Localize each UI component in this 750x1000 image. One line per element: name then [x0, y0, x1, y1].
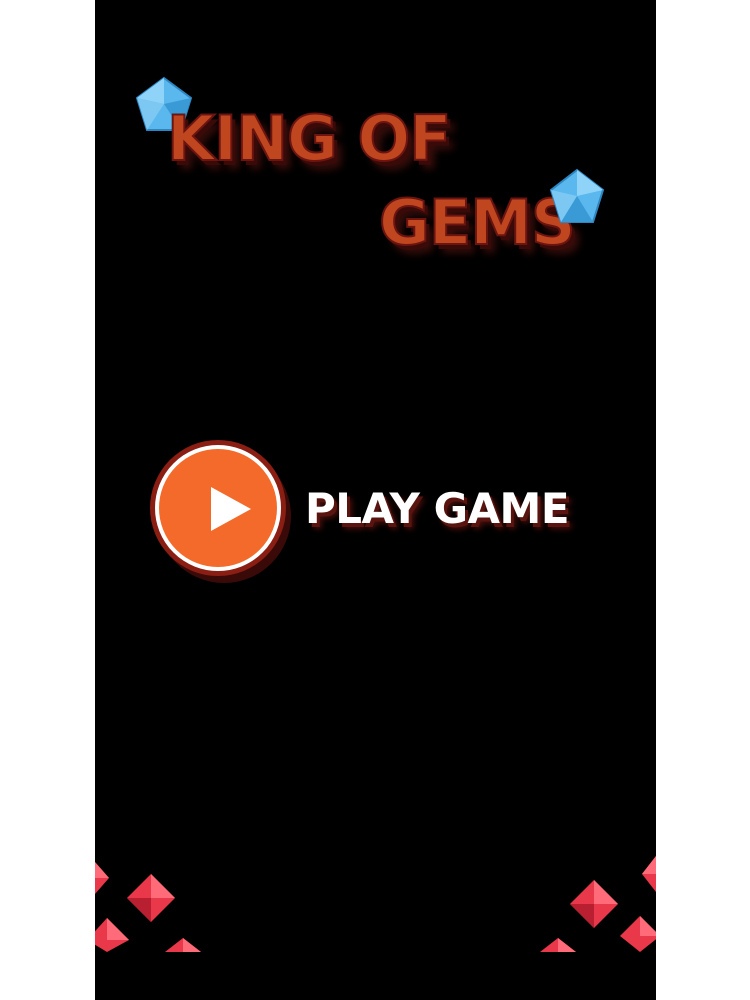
red-gem-icon	[127, 874, 175, 922]
play-icon	[211, 487, 251, 531]
red-gem-icon	[95, 862, 109, 894]
play-game-row[interactable]: PLAY GAME	[155, 442, 570, 574]
play-button[interactable]	[155, 445, 281, 571]
red-gems-cluster-right	[540, 856, 656, 952]
red-gem-icon	[620, 916, 656, 952]
play-game-label[interactable]: PLAY GAME	[305, 484, 570, 533]
red-gem-icon	[95, 918, 129, 952]
game-title-line-1: KING OF	[166, 102, 453, 175]
red-gem-icon	[540, 938, 576, 952]
game-screen: KING OF GEMS PLAY GAME	[95, 0, 656, 1000]
game-title-line-2: GEMS	[378, 186, 577, 259]
red-gem-icon	[570, 880, 618, 928]
red-gems-cluster-left	[95, 862, 201, 952]
blue-gem-icon	[549, 168, 605, 223]
red-gem-icon	[642, 856, 656, 892]
red-gem-icon	[165, 938, 201, 952]
